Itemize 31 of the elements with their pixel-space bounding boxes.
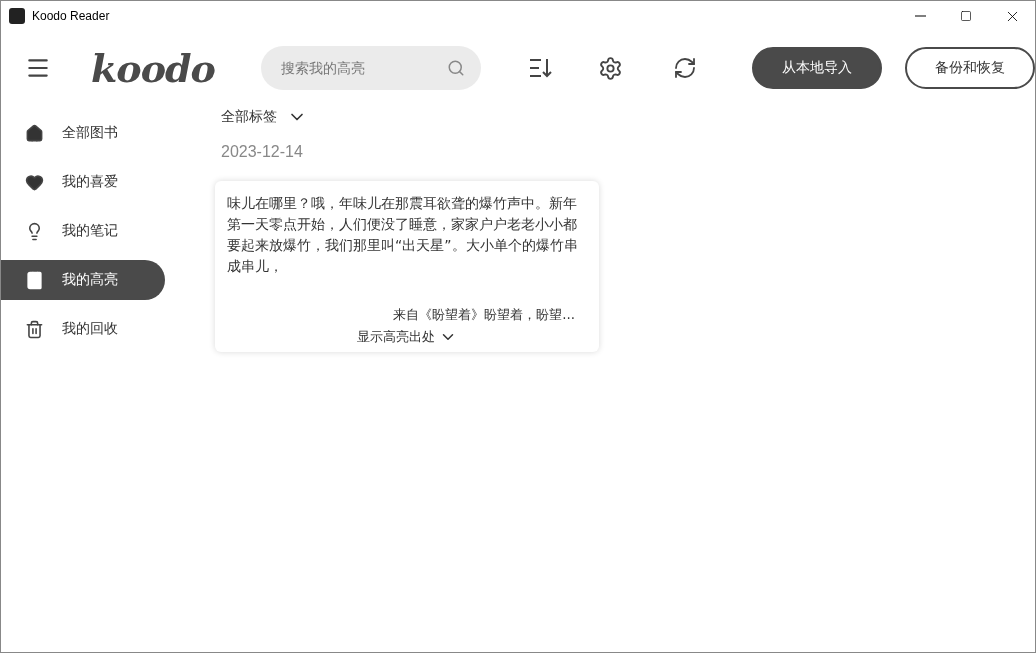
sidebar-label: 我的回收 bbox=[62, 320, 118, 338]
sidebar-item[interactable]: 我的高亮 bbox=[1, 260, 165, 300]
heart-icon bbox=[25, 172, 44, 192]
tag-filter-dropdown[interactable]: 全部标签 bbox=[221, 105, 599, 129]
backup-button[interactable]: 备份和恢复 bbox=[904, 47, 1035, 89]
window-title: Koodo Reader bbox=[32, 9, 111, 23]
sort-icon bbox=[528, 57, 553, 79]
sort-button[interactable] bbox=[528, 57, 553, 79]
highlight-text: 味儿在哪里？哦，年味儿在那震耳欲聋的爆竹声中。新年第一天零点开始，人们便没了睡意，家家户户老老小小都要起来放爆竹，我们那里叫“出天星”。大小单个的爆竹串成串儿， bbox=[227, 194, 579, 276]
home-icon bbox=[25, 123, 44, 143]
minimize-icon bbox=[914, 15, 926, 17]
search-field[interactable]: 搜索我的高亮 bbox=[260, 46, 481, 90]
show-source-toggle[interactable]: 显示高亮出处 bbox=[357, 328, 457, 346]
sidebar-label: 全部图书 bbox=[62, 124, 118, 142]
source-text: 来自《盼望着》盼望着，盼望... bbox=[393, 306, 575, 324]
maximize-icon bbox=[960, 10, 972, 22]
sidebar-label: 我的笔记 bbox=[62, 222, 118, 240]
import-button[interactable]: 从本地导入 bbox=[751, 47, 882, 89]
date-heading: 2023-12-14 bbox=[221, 143, 304, 161]
sidebar-item[interactable]: 我的笔记 bbox=[1, 211, 165, 251]
sync-button[interactable] bbox=[672, 56, 697, 80]
search-icon bbox=[446, 59, 465, 77]
trash-icon bbox=[25, 319, 44, 339]
sidebar-item[interactable]: 我的回收 bbox=[1, 309, 165, 349]
settings-button[interactable] bbox=[597, 55, 623, 81]
sidebar-item[interactable]: 我的喜爱 bbox=[1, 162, 165, 202]
logo: koodo bbox=[91, 45, 215, 91]
sidebar-label: 我的喜爱 bbox=[62, 173, 118, 191]
app-icon bbox=[9, 8, 25, 24]
sidebar-item[interactable]: 全部图书 bbox=[1, 113, 165, 153]
sidebar-label: 我的高亮 bbox=[62, 271, 118, 289]
